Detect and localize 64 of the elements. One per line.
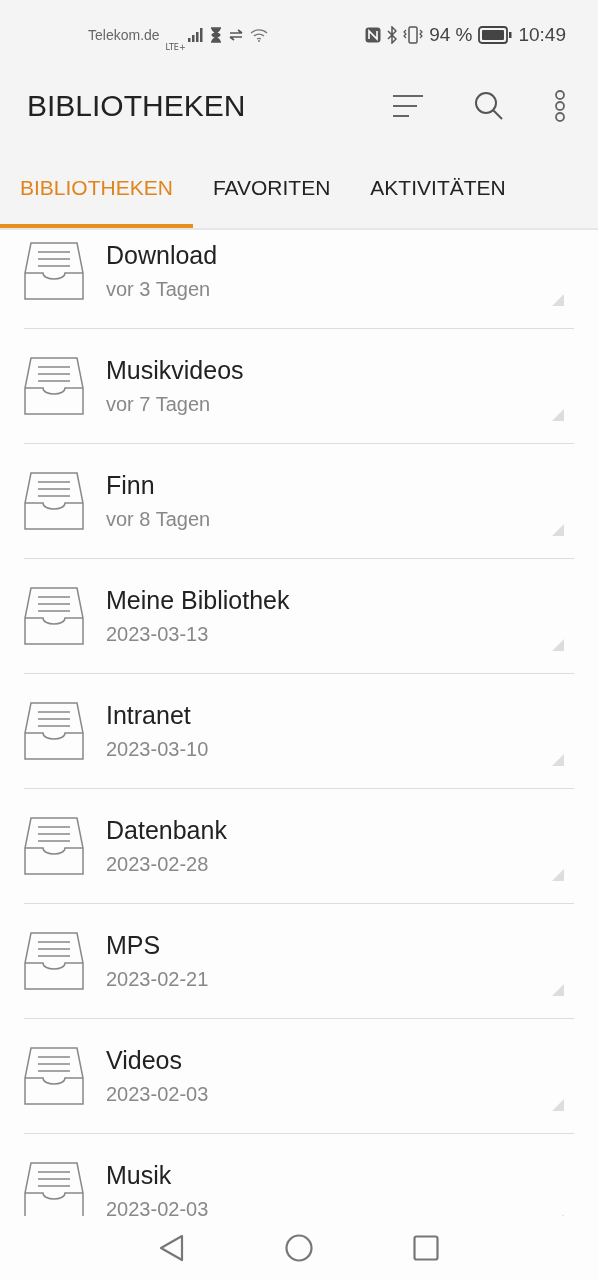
library-name: Musik <box>106 1161 173 1190</box>
modified-date: 2023-03-10 <box>106 738 209 761</box>
carrier-name: Telekom.de <box>88 27 160 43</box>
library-item[interactable]: Videos 2023-02-03 <box>24 1019 574 1134</box>
corner-mark-icon <box>552 294 564 306</box>
hourglass-icon <box>209 27 222 43</box>
tray-icon <box>24 472 84 530</box>
back-icon[interactable] <box>159 1234 185 1262</box>
tray-icon <box>24 817 84 875</box>
library-item[interactable]: MPS 2023-02-21 <box>24 904 574 1019</box>
network-type: LTE+ <box>165 42 186 52</box>
corner-mark-icon <box>552 869 564 881</box>
tray-icon <box>24 1162 84 1216</box>
library-name: Musikvideos <box>106 356 244 385</box>
library-item[interactable]: Download vor 3 Tagen <box>24 230 574 329</box>
modified-date: 2023-02-28 <box>106 853 210 876</box>
corner-mark-icon <box>552 754 564 766</box>
library-name: Download <box>106 241 218 270</box>
library-item[interactable]: Musikvideos vor 7 Tagen <box>24 329 574 444</box>
corner-mark-icon <box>552 639 564 651</box>
vibrate-icon <box>403 26 424 44</box>
sort-icon[interactable] <box>392 94 424 118</box>
corner-mark-icon <box>552 524 564 536</box>
tab[interactable]: FAVORITEN <box>192 176 351 228</box>
modified-date: vor 8 Tagen <box>106 508 211 531</box>
modified-date: 2023-02-03 <box>106 1083 209 1106</box>
library-item[interactable]: Datenbank 2023-02-28 <box>24 789 574 904</box>
tray-icon <box>24 932 84 990</box>
corner-mark-icon <box>552 409 564 421</box>
wifi-icon <box>249 28 268 42</box>
battery-percentage: 94 % <box>429 24 473 46</box>
library-name: Videos <box>106 1046 183 1075</box>
tray-icon <box>24 357 84 415</box>
data-transfer-icon <box>227 29 244 41</box>
more-options-icon[interactable] <box>554 90 566 122</box>
tray-icon <box>24 587 84 645</box>
library-name: Meine Bibliothek <box>106 586 290 615</box>
home-icon[interactable] <box>285 1234 313 1262</box>
corner-mark-icon <box>552 1099 564 1111</box>
library-item[interactable]: Meine Bibliothek 2023-03-13 <box>24 559 574 674</box>
recent-apps-icon[interactable] <box>413 1235 439 1261</box>
library-name: Finn <box>106 471 156 500</box>
library-name: Datenbank <box>106 816 227 845</box>
modified-date: 2023-02-03 <box>106 1198 209 1216</box>
tab[interactable]: AKTIVITÄTEN <box>350 176 526 228</box>
library-name: Intranet <box>106 701 192 730</box>
modified-date: 2023-02-21 <box>106 968 209 991</box>
corner-mark-icon <box>552 984 564 996</box>
tray-icon <box>24 702 84 760</box>
modified-date: vor 3 Tagen <box>106 278 212 301</box>
tray-icon <box>24 242 84 300</box>
library-name: MPS <box>106 931 162 960</box>
bluetooth-icon <box>387 26 398 44</box>
modified-date: 2023-03-13 <box>106 623 210 646</box>
nfc-icon <box>365 27 382 43</box>
tray-icon <box>24 1047 84 1105</box>
page-title: BIBLIOTHEKEN <box>27 89 246 123</box>
search-icon[interactable] <box>474 91 504 121</box>
modified-date: vor 7 Tagen <box>106 393 212 416</box>
clock: 10:49 <box>518 24 566 46</box>
signal-icon <box>187 28 204 42</box>
library-item[interactable]: Intranet 2023-03-10 <box>24 674 574 789</box>
battery-icon <box>478 26 513 44</box>
library-item[interactable]: Finn vor 8 Tagen <box>24 444 574 559</box>
